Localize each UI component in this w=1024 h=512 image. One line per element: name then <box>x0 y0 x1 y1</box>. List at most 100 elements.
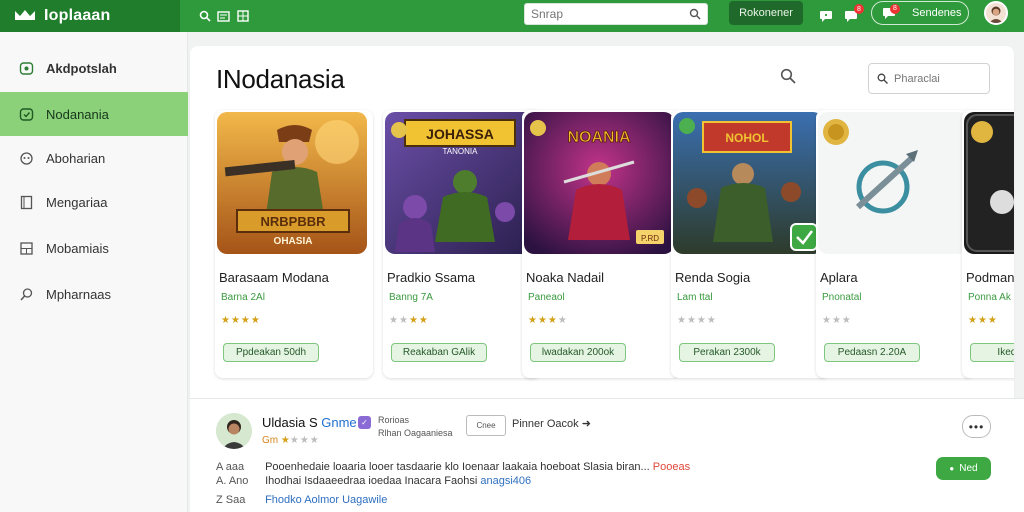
brand-name: Ioplaaan <box>44 7 111 24</box>
content-search[interactable] <box>868 63 990 94</box>
game-card[interactable]: NOHOL Renda Sogia Lam ttal ★★★★ Perakan … <box>671 110 829 378</box>
card-action-button[interactable]: Reakaban GAlik <box>391 343 487 362</box>
sidebar-item-1[interactable]: Nodanania <box>0 92 188 136</box>
game-cover-image: NOHOL <box>673 112 823 254</box>
cover-title-text: JOHASSA <box>426 126 494 142</box>
account-pill-label: Sendenes <box>912 7 962 19</box>
top-search-icon[interactable] <box>689 8 701 20</box>
account-pill-button[interactable]: 8 Sendenes <box>871 1 969 25</box>
review-line-prefix: A aaa <box>216 461 245 473</box>
reviewer-subtitle-line: Rorioas <box>378 415 410 425</box>
card-subtitle: Banng 7A <box>389 292 433 303</box>
sidebar: Akdpotslah Nodanania Aboharian Mengariaa… <box>0 32 188 512</box>
cover-title-text: NOANIA <box>567 129 631 146</box>
sidebar-item-label: Nodanania <box>46 106 109 122</box>
reviewer-link[interactable]: Pinner Oacok ➜ <box>512 417 591 430</box>
chat-bubble-icon[interactable] <box>817 7 835 25</box>
game-cover-image: NRBPBBR OHASIA <box>217 112 367 254</box>
reviewer-subtitle: Rorioas Rlhan Oagaaniesa <box>378 414 453 440</box>
review-line-link[interactable]: Pooeas <box>653 461 690 473</box>
window-icon[interactable] <box>214 7 232 25</box>
top-search[interactable] <box>524 3 708 25</box>
reviewer-rating-prefix: Gm <box>262 435 279 446</box>
reviewer-name-accent: Gnme <box>321 415 357 430</box>
game-card[interactable]: NRBPBBR OHASIA Barasaam Modana Barna 2Al… <box>215 110 373 378</box>
search-icon[interactable] <box>780 68 798 86</box>
card-action-button[interactable]: lwadakan 200ok <box>530 343 626 362</box>
card-subtitle: Lam ttal <box>677 292 713 303</box>
game-card[interactable]: NOANIA P.RD Noaka Nadail Paneaol ★★★★ lw… <box>522 110 680 378</box>
rating-stars: ★★★★ <box>221 315 261 326</box>
main-panel: INodanasia NRBPBBR OHASIA Barasaam Modan… <box>190 46 1014 398</box>
grid-icon <box>18 240 34 256</box>
card-action-button[interactable]: Pedaasn 2.20A <box>824 343 920 362</box>
sidebar-item-label: Akdpotslah <box>46 60 117 76</box>
review-line-prefix: A. Ano <box>216 475 249 487</box>
page-title: INodanasia <box>216 64 345 94</box>
game-card[interactable]: Podman Ponna Ak ★★★ Ikedahan <box>962 110 1014 378</box>
cover-subtitle-text: TANONIA <box>443 147 479 156</box>
primary-action-button[interactable]: Rokonener <box>729 1 803 25</box>
game-cover-image: JOHASSA TANONIA <box>385 112 535 254</box>
card-subtitle: Ponna Ak <box>968 292 1011 303</box>
grid-icon[interactable] <box>234 7 252 25</box>
card-subtitle: Paneaol <box>528 292 565 303</box>
review-line-text: Pooenhedaie loaaria looer tasdaarie klo … <box>265 461 650 473</box>
card-action-button[interactable]: Ikedahan <box>970 343 1014 362</box>
reply-button[interactable]: ● Ned <box>936 457 991 480</box>
card-title: Noaka Nadail <box>526 270 605 285</box>
notification-icon[interactable]: 8 <box>842 4 864 25</box>
cover-title-text: NOHOL <box>725 131 768 145</box>
chat-icon <box>18 106 34 122</box>
rating-stars: ★★★★ <box>389 315 429 326</box>
sidebar-item-4[interactable]: Mobamiais <box>0 226 188 270</box>
review-section: Uldasia S Gnme ✓ Rorioas Rlhan Oagaanies… <box>190 398 1024 512</box>
sidebar-item-0[interactable]: Akdpotslah <box>0 46 188 90</box>
card-title: Aplara <box>820 270 858 285</box>
game-cover-image <box>818 112 968 254</box>
review-text-line: A aaa Pooenhedaie loaaria looer tasdaari… <box>216 461 690 473</box>
content-search-input[interactable] <box>894 72 978 85</box>
sidebar-item-label: Mpharnaas <box>46 286 112 302</box>
review-line-link[interactable]: anagsi406 <box>480 475 531 487</box>
review-line-prefix: Z Saa <box>216 494 246 506</box>
follow-button[interactable]: Cnee <box>466 415 506 436</box>
rating-stars: ★★★★ <box>677 315 717 326</box>
verified-badge-icon: ✓ <box>358 416 371 429</box>
review-line-text: Ihodhai Isdaaeedraa ioedaa Inacara Faohs… <box>265 475 478 487</box>
card-action-button[interactable]: Perakan 2300k <box>679 343 775 362</box>
card-action-button[interactable]: Ppdeakan 50dh <box>223 343 319 362</box>
search-icon <box>18 286 34 302</box>
more-options-button[interactable]: ••• <box>962 415 991 438</box>
brand[interactable]: Ioplaaan <box>0 0 180 32</box>
rating-stars: ★★★★ <box>528 315 568 326</box>
review-text-line: A. Ano Ihodhai Isdaaeedraa ioedaa Inacar… <box>216 475 531 487</box>
top-bar: Ioplaaan Rokonener 8 8 Sendenes <box>0 0 1024 32</box>
card-title: Barasaam Modana <box>219 270 329 285</box>
sidebar-item-label: Aboharian <box>46 150 106 166</box>
sidebar-item-2[interactable]: Aboharian <box>0 136 188 180</box>
top-search-input[interactable] <box>531 7 689 21</box>
search-icon[interactable] <box>196 7 214 25</box>
game-cover-image <box>964 112 1014 254</box>
rating-stars: ★★★ <box>822 315 852 326</box>
sidebar-item-3[interactable]: Mengariaa <box>0 180 188 224</box>
reviewer-name[interactable]: Uldasia S Gnme <box>262 415 357 430</box>
user-avatar[interactable] <box>984 1 1008 25</box>
card-title: Pradkio Ssama <box>387 270 476 285</box>
reply-icon: ● <box>949 464 955 473</box>
notification-badge: 8 <box>854 4 864 14</box>
gamepad-icon <box>18 60 34 76</box>
game-card[interactable]: Aplara Pnonatal ★★★ Pedaasn 2.20A <box>816 110 974 378</box>
cover-subtitle-text: OHASIA <box>274 236 313 247</box>
message-badge: 8 <box>890 3 900 14</box>
reply-button-label: Ned <box>959 463 978 474</box>
sidebar-item-5[interactable]: Mpharnaas <box>0 272 188 316</box>
review-line-link[interactable]: Fhodko Aolmor Uagawile <box>265 494 387 506</box>
review-text-line: Z Saa Fhodko Aolmor Uagawile <box>216 494 387 506</box>
message-icon: 8 <box>882 3 900 20</box>
card-subtitle: Barna 2Al <box>221 292 265 303</box>
game-card[interactable]: JOHASSA TANONIA Pradkio Ssama Banng 7A ★… <box>383 110 541 378</box>
reviewer-avatar[interactable] <box>216 413 252 449</box>
headset-icon <box>18 150 34 166</box>
